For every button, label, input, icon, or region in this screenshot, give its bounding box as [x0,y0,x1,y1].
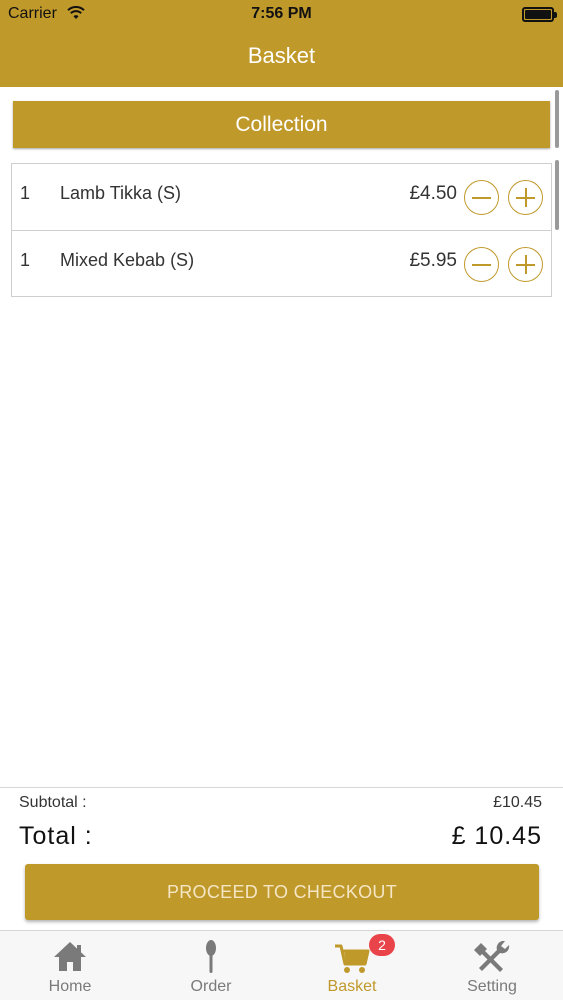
tab-label: Setting [467,978,517,995]
tab-basket[interactable]: Basket [282,931,422,1000]
decrease-quantity-button[interactable] [464,247,499,282]
tab-setting[interactable]: Setting [422,931,562,1000]
app-header: Carrier 7:56 PM Basket [0,0,563,87]
basket-item-list: 1 Lamb Tikka (S) £4.50 1 Mixed Kebab (S)… [11,163,552,297]
basket-item-row: 1 Lamb Tikka (S) £4.50 [12,164,551,230]
scroll-indicator [555,90,559,148]
basket-count-badge: 2 [369,934,395,956]
basket-item-row: 1 Mixed Kebab (S) £5.95 [12,230,551,296]
status-time: 7:56 PM [251,5,312,22]
spoon-icon [206,940,216,973]
item-quantity: 1 [20,250,31,270]
minus-icon [472,264,491,266]
tab-bar: Home Order Basket Setting [0,930,563,1000]
collection-button[interactable]: Collection [13,101,550,148]
subtotal-label: Subtotal : [19,794,87,811]
item-price: £5.95 [409,250,457,271]
minus-icon [472,197,491,199]
subtotal-value: £10.45 [493,794,542,811]
increase-quantity-button[interactable] [508,247,543,282]
battery-icon [522,7,557,22]
increase-quantity-button[interactable] [508,180,543,215]
cart-icon [335,944,370,973]
page-title: Basket [247,43,316,68]
item-price: £4.50 [409,183,457,204]
total-value: £ 10.45 [451,822,542,850]
decrease-quantity-button[interactable] [464,180,499,215]
proceed-to-checkout-button[interactable]: PROCEED TO CHECKOUT [25,864,539,920]
tools-icon [474,940,510,972]
scroll-indicator [555,160,559,230]
plus-icon-vertical [525,255,527,274]
tab-order[interactable]: Order [141,931,281,1000]
tab-home[interactable]: Home [0,931,140,1000]
status-bar: Carrier 7:56 PM [0,0,563,30]
tab-label: Order [190,978,232,995]
home-icon [54,942,86,971]
item-quantity: 1 [20,183,31,203]
item-name: Mixed Kebab (S) [60,250,195,270]
tab-label: Basket [327,978,377,995]
item-name: Lamb Tikka (S) [60,183,182,203]
tab-label: Home [48,978,92,995]
total-label: Total : [19,822,93,850]
summary-divider [0,787,563,788]
plus-icon-vertical [525,188,527,207]
